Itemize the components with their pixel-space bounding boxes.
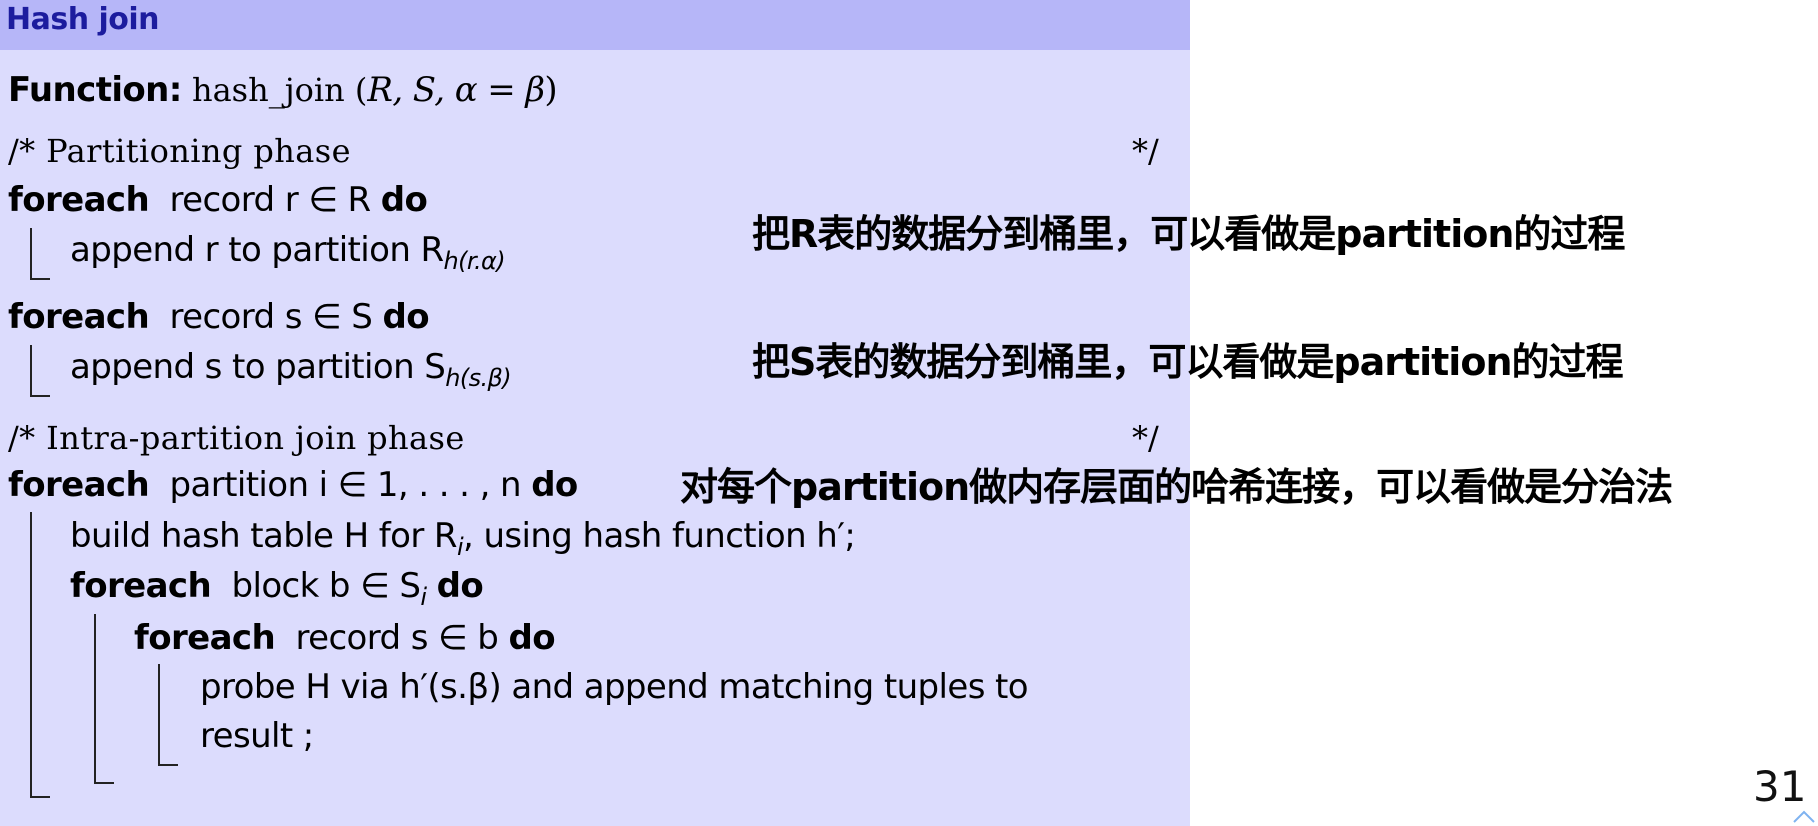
build-hash-text: build hash table H for R — [70, 516, 458, 556]
block-bar-end — [30, 796, 50, 798]
foreach-record-in-block: foreach record s ∈ b do — [134, 618, 556, 658]
annotation-intra-join: 对每个partition做内存层面的哈希连接，可以看做是分治法 — [680, 465, 1673, 509]
foreach-record-s: foreach record s ∈ S do — [8, 297, 430, 337]
annotation-s-partition: 把S表的数据分到桶里，可以看做是partition的过程 — [752, 340, 1623, 384]
block-bar — [94, 614, 96, 784]
comment-intra-partition: /* Intra-partition join phase — [8, 419, 465, 457]
append-r-text: append r to partition R — [70, 230, 444, 270]
do-keyword: do — [531, 465, 578, 505]
chevron-up-icon — [1793, 810, 1815, 823]
panel-title: Hash join — [6, 2, 160, 37]
foreach-r-text: record r ∈ R — [169, 180, 372, 220]
foreach-partition: foreach partition i ∈ 1, . . . , n do — [8, 465, 578, 505]
foreach-keyword: foreach — [134, 618, 276, 658]
function-line: Function: hash_join (R, S, α = β) — [8, 70, 558, 110]
build-hash-suffix: , using hash function h′; — [463, 516, 856, 556]
foreach-s-text: record s ∈ S — [169, 297, 373, 337]
build-hash-line: build hash table H for Ri, using hash fu… — [70, 516, 856, 559]
do-keyword: do — [508, 618, 555, 658]
append-s-line: append s to partition Sh(s.β) — [70, 347, 512, 390]
append-s-subscript: h(s.β) — [445, 364, 512, 392]
block-bar — [158, 664, 160, 766]
do-keyword: do — [436, 566, 484, 606]
foreach-keyword: foreach — [8, 297, 150, 337]
comment-end-partitioning: */ — [1132, 132, 1159, 170]
annotation-r-partition: 把R表的数据分到桶里，可以看做是partition的过程 — [752, 212, 1625, 256]
block-bar — [30, 228, 32, 280]
function-close: ) — [544, 70, 558, 110]
foreach-keyword: foreach — [8, 180, 150, 220]
do-keyword: do — [380, 180, 428, 220]
algorithm-panel: Hash join Function: hash_join (R, S, α =… — [0, 0, 1190, 826]
function-params: R, S, α = β — [367, 70, 545, 110]
block-bar-end — [94, 782, 114, 784]
foreach-record-r: foreach record r ∈ R do — [8, 180, 428, 220]
foreach-partition-text: partition i ∈ 1, . . . , n — [169, 465, 522, 505]
function-name: hash_join ( — [191, 71, 368, 109]
block-bar-end — [30, 395, 50, 397]
probe-line-2: result ; — [200, 716, 314, 756]
do-keyword: do — [382, 297, 429, 337]
probe-line-1: probe H via h′(s.β) and append matching … — [200, 667, 1029, 707]
comment-partitioning: /* Partitioning phase — [8, 132, 351, 170]
foreach-keyword: foreach — [70, 566, 212, 606]
foreach-record-b-text: record s ∈ b — [295, 618, 499, 658]
foreach-block: foreach block b ∈ Si do — [70, 566, 484, 609]
append-s-text: append s to partition S — [70, 347, 446, 387]
append-r-subscript: h(r.α) — [443, 247, 506, 275]
block-bar-end — [30, 278, 50, 280]
foreach-block-text: block b ∈ S — [231, 566, 421, 606]
foreach-keyword: foreach — [8, 465, 150, 505]
foreach-block-subscript: i — [420, 583, 427, 611]
comment-end-intra: */ — [1132, 419, 1159, 457]
function-label: Function: — [8, 70, 182, 110]
panel-header: Hash join — [0, 0, 1190, 50]
block-bar — [30, 512, 32, 798]
block-bar — [30, 345, 32, 397]
block-bar-end — [158, 764, 178, 766]
append-r-line: append r to partition Rh(r.α) — [70, 230, 506, 273]
